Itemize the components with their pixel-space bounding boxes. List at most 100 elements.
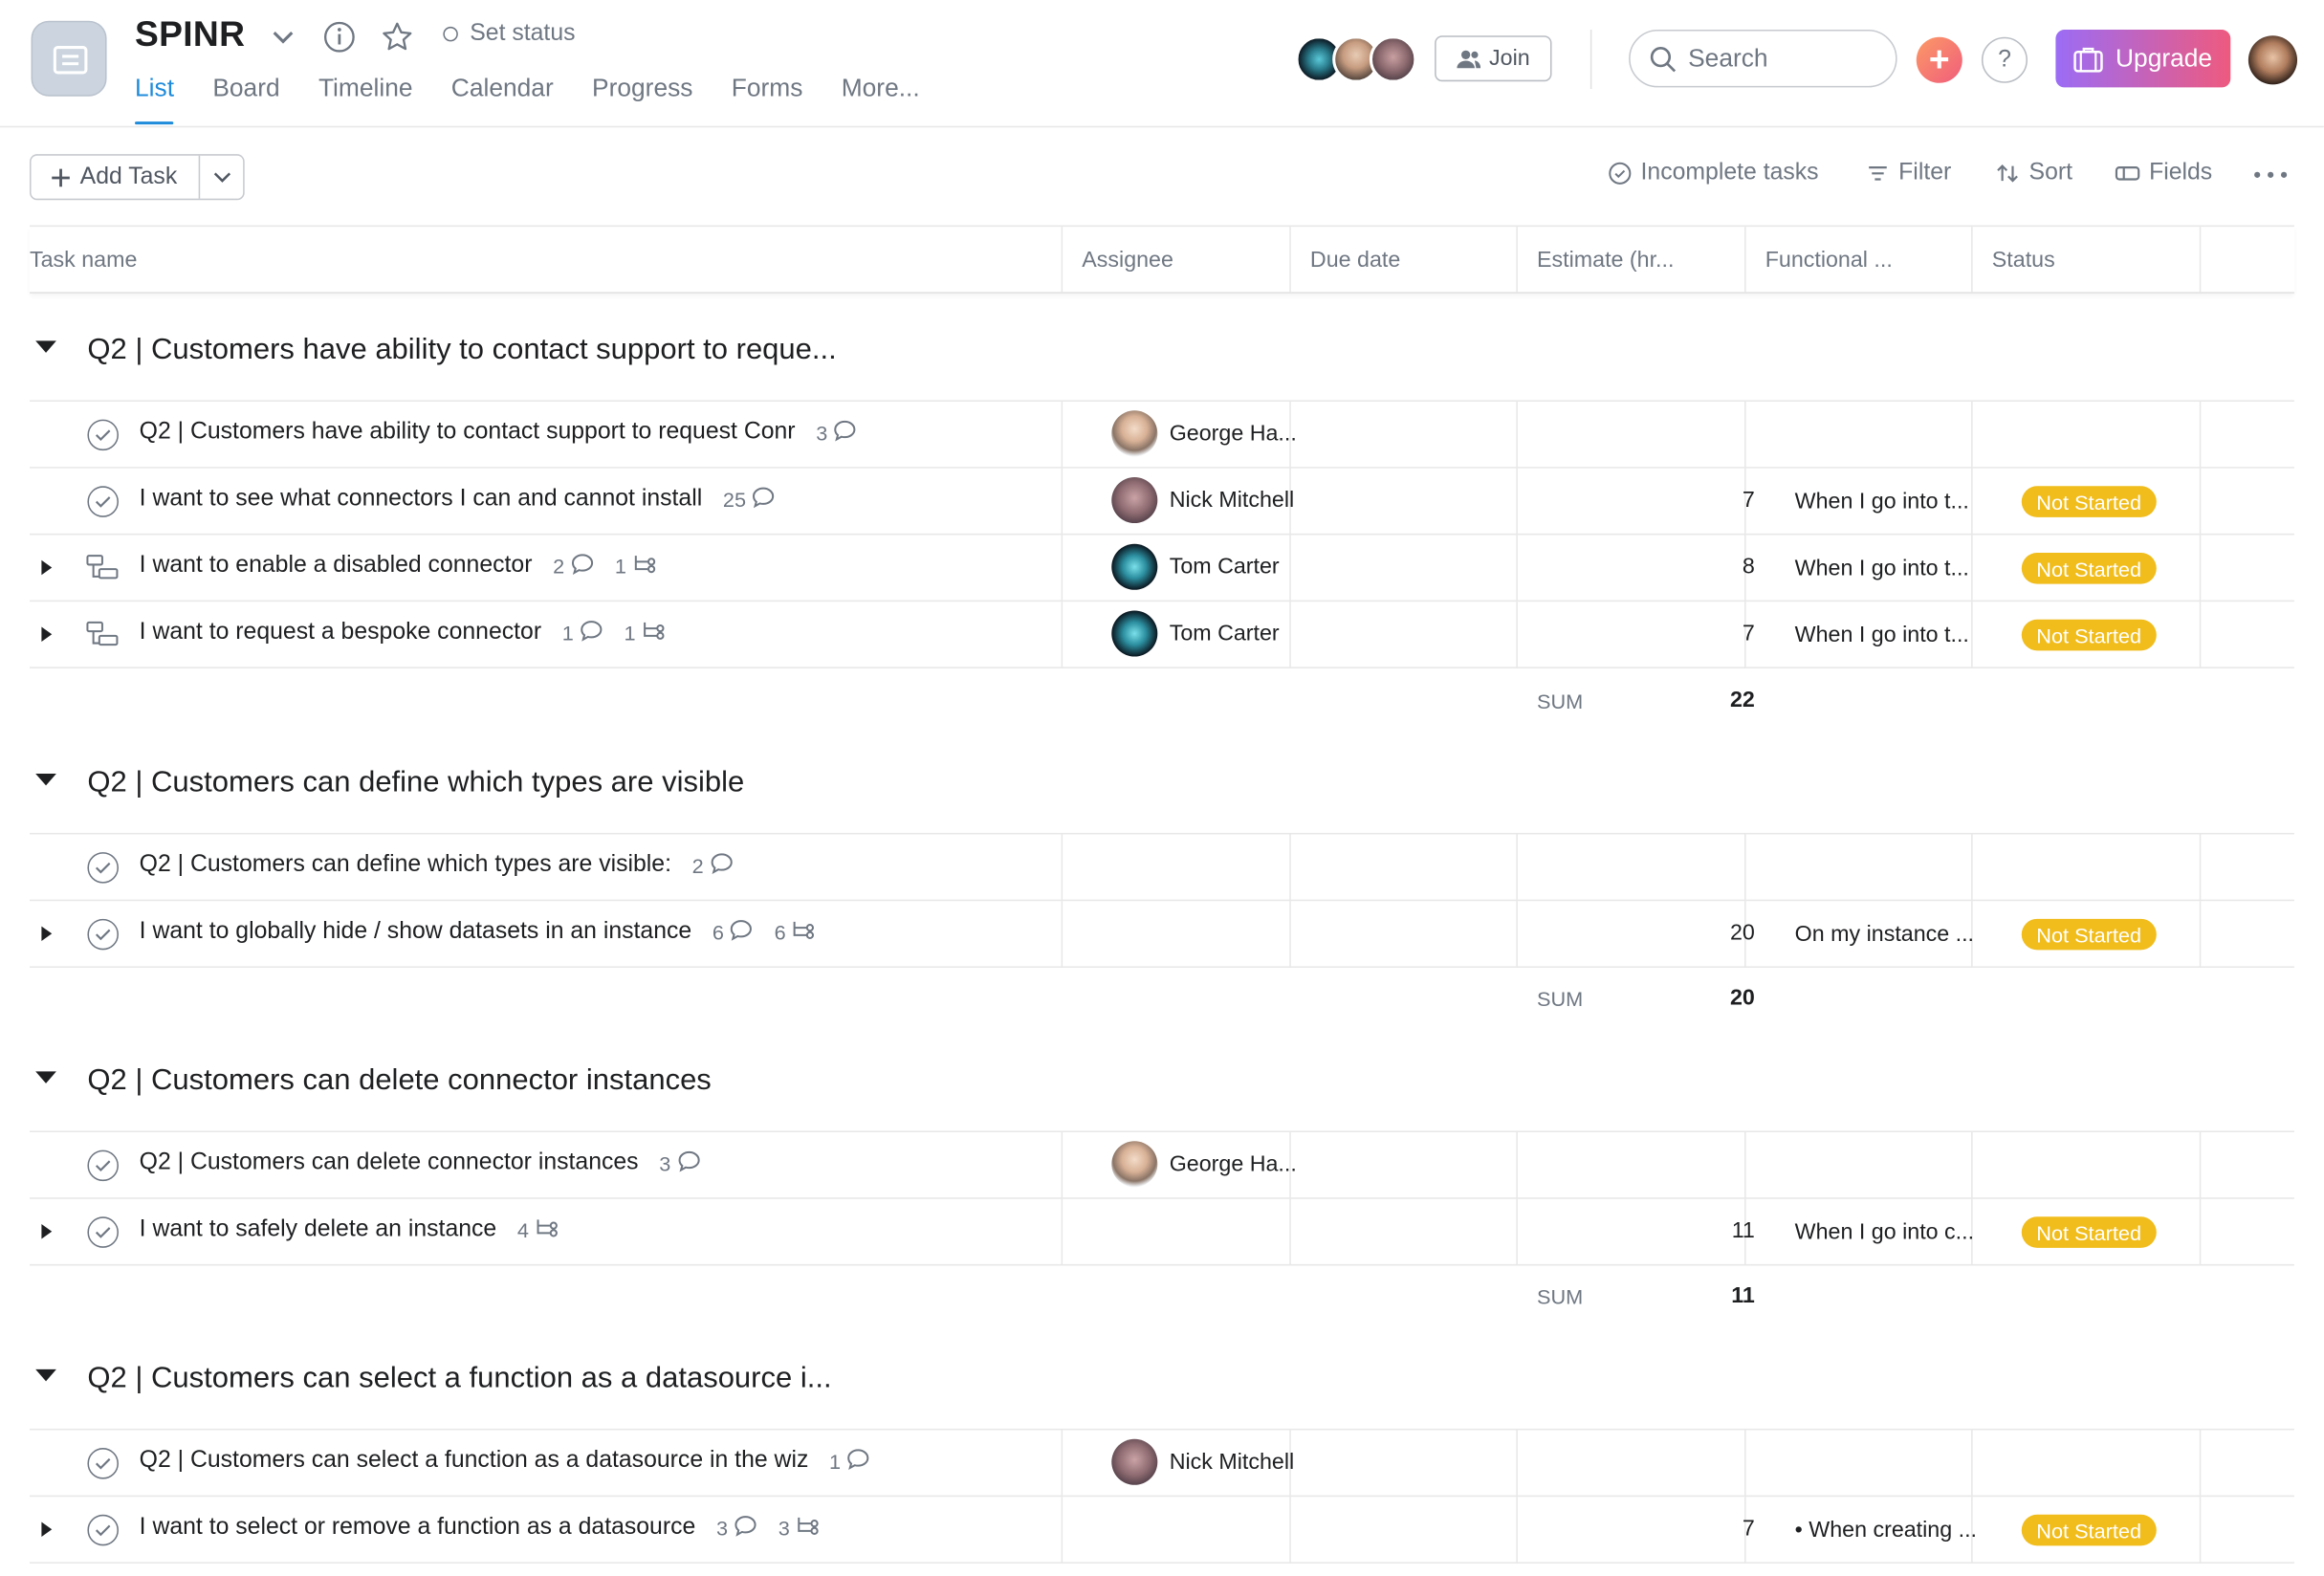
comment-count[interactable]: 2 <box>553 553 594 580</box>
table-row[interactable]: I want to see what connectors I can and … <box>29 468 2294 536</box>
expand-arrow-icon[interactable] <box>41 926 53 942</box>
complete-checkbox[interactable] <box>87 852 119 884</box>
task-name[interactable]: Q2 | Customers can delete connector inst… <box>140 1150 701 1177</box>
col-task-name[interactable]: Task name <box>30 248 137 273</box>
status-badge[interactable]: Not Started <box>2021 918 2157 951</box>
tab-board[interactable]: Board <box>212 74 279 124</box>
task-name[interactable]: I want to select or remove a function as… <box>140 1515 822 1542</box>
table-row[interactable]: Q2 | Customers have ability to contact s… <box>29 401 2294 469</box>
collapse-triangle-icon[interactable] <box>35 340 56 353</box>
more-options-icon[interactable] <box>2253 157 2289 186</box>
estimate-value[interactable]: 7 <box>1547 1516 1755 1541</box>
subtask-group-icon[interactable] <box>86 553 119 590</box>
task-name[interactable]: I want to safely delete an instance 4 <box>140 1216 560 1243</box>
member-avatar[interactable] <box>1369 35 1417 83</box>
col-status[interactable]: Status <box>1992 248 2055 273</box>
col-estimate[interactable]: Estimate (hr... <box>1537 248 1674 273</box>
collapse-triangle-icon[interactable] <box>35 1071 56 1084</box>
functional-value[interactable]: On my instance ... <box>1795 922 1974 947</box>
section-header[interactable]: Q2 | Customers can select a function as … <box>29 1324 2294 1431</box>
assignee[interactable]: Tom Carter <box>1111 610 1280 657</box>
user-avatar[interactable] <box>2247 35 2298 85</box>
tab-more[interactable]: More... <box>842 74 920 124</box>
table-row[interactable]: I want to select or remove a function as… <box>29 1497 2294 1564</box>
star-icon[interactable] <box>381 21 413 54</box>
complete-checkbox[interactable] <box>87 486 119 517</box>
table-row[interactable]: Q2 | Customers can select a function as … <box>29 1430 2294 1498</box>
estimate-value[interactable]: 11 <box>1547 1218 1755 1243</box>
status-badge[interactable]: Not Started <box>2021 553 2157 584</box>
fields-button[interactable]: Fields <box>2115 160 2212 186</box>
expand-arrow-icon[interactable] <box>41 559 53 576</box>
project-icon[interactable] <box>31 20 107 97</box>
complete-checkbox[interactable] <box>87 1514 119 1546</box>
estimate-value[interactable]: 7 <box>1547 621 1755 646</box>
incomplete-tasks-filter[interactable]: Incomplete tasks <box>1608 160 1819 186</box>
assignee[interactable]: George Ha... <box>1111 410 1297 457</box>
table-row[interactable]: I want to globally hide / show datasets … <box>29 901 2294 968</box>
functional-value[interactable]: When I go into t... <box>1795 489 1969 514</box>
functional-value[interactable]: When I go into c... <box>1795 1219 1974 1244</box>
assignee[interactable]: George Ha... <box>1111 1141 1297 1188</box>
tab-forms[interactable]: Forms <box>732 74 803 124</box>
task-name[interactable]: Q2 | Customers can select a function as … <box>140 1448 870 1475</box>
comment-count[interactable]: 1 <box>829 1448 870 1475</box>
section-header[interactable]: Q2 | Customers have ability to contact s… <box>29 295 2294 402</box>
subtask-count[interactable]: 6 <box>775 920 818 944</box>
table-row[interactable]: I want to request a bespoke connector 1 1 T… <box>29 602 2294 668</box>
add-task-dropdown[interactable] <box>200 171 243 183</box>
sort-button[interactable]: Sort <box>1996 160 2072 186</box>
task-name[interactable]: Q2 | Customers can define which types ar… <box>140 852 734 879</box>
comment-count[interactable]: 25 <box>723 486 776 513</box>
status-badge[interactable]: Not Started <box>2021 486 2157 517</box>
subtask-count[interactable]: 3 <box>778 1516 822 1540</box>
functional-value[interactable]: When I go into t... <box>1795 556 1969 580</box>
collapse-triangle-icon[interactable] <box>35 773 56 786</box>
table-row[interactable]: Q2 | Customers can define which types ar… <box>29 834 2294 902</box>
assignee[interactable]: Nick Mitchell <box>1111 1438 1294 1485</box>
task-name[interactable]: I want to request a bespoke connector 1 1 <box>140 620 667 646</box>
comment-count[interactable]: 3 <box>816 420 857 447</box>
comment-count[interactable]: 6 <box>713 919 754 946</box>
estimate-value[interactable]: 20 <box>1547 920 1755 945</box>
join-button[interactable]: Join <box>1435 35 1552 82</box>
section-header[interactable]: Q2 | Customers can define which types ar… <box>29 728 2294 835</box>
complete-checkbox[interactable] <box>87 1448 119 1479</box>
estimate-value[interactable]: 7 <box>1547 488 1755 513</box>
col-assignee[interactable]: Assignee <box>1082 248 1173 273</box>
functional-value[interactable]: When I go into t... <box>1795 623 1969 647</box>
info-icon[interactable] <box>323 21 356 54</box>
tab-calendar[interactable]: Calendar <box>451 74 554 124</box>
comment-count[interactable]: 3 <box>716 1515 757 1542</box>
complete-checkbox[interactable] <box>87 918 119 951</box>
task-name[interactable]: I want to see what connectors I can and … <box>140 486 776 513</box>
complete-checkbox[interactable] <box>87 1149 119 1182</box>
help-button[interactable]: ? <box>1981 36 2028 83</box>
tab-list[interactable]: List <box>135 74 175 125</box>
comment-count[interactable]: 3 <box>659 1150 700 1177</box>
functional-value[interactable]: • When creating ... <box>1795 1518 1977 1543</box>
section-header[interactable]: Q2 | Customers can delete connector inst… <box>29 1025 2294 1132</box>
status-badge[interactable]: Not Started <box>2021 619 2157 651</box>
subtask-count[interactable]: 1 <box>625 621 668 645</box>
task-name[interactable]: I want to enable a disabled connector 2 1 <box>140 553 658 580</box>
subtask-group-icon[interactable] <box>86 620 119 657</box>
chevron-down-icon[interactable] <box>267 21 299 54</box>
tab-progress[interactable]: Progress <box>592 74 692 124</box>
add-task-button[interactable]: Add Task <box>29 154 245 201</box>
assignee[interactable]: Tom Carter <box>1111 543 1280 590</box>
status-badge[interactable]: Not Started <box>2021 1216 2157 1248</box>
search-input[interactable]: Search <box>1629 29 1897 88</box>
assignee[interactable]: Nick Mitchell <box>1111 477 1294 524</box>
status-badge[interactable]: Not Started <box>2021 1514 2157 1546</box>
upgrade-button[interactable]: Upgrade <box>2055 29 2231 88</box>
add-task-main[interactable]: Add Task <box>32 155 201 199</box>
col-functional[interactable]: Functional ... <box>1765 248 1893 273</box>
filter-button[interactable]: Filter <box>1866 160 1951 186</box>
task-name[interactable]: Q2 | Customers have ability to contact s… <box>140 420 858 447</box>
subtask-count[interactable]: 4 <box>517 1218 560 1242</box>
comment-count[interactable]: 1 <box>562 620 603 646</box>
complete-checkbox[interactable] <box>87 1216 119 1248</box>
set-status-button[interactable]: Set status <box>443 21 576 48</box>
table-row[interactable]: Q2 | Customers can delete connector inst… <box>29 1131 2294 1199</box>
